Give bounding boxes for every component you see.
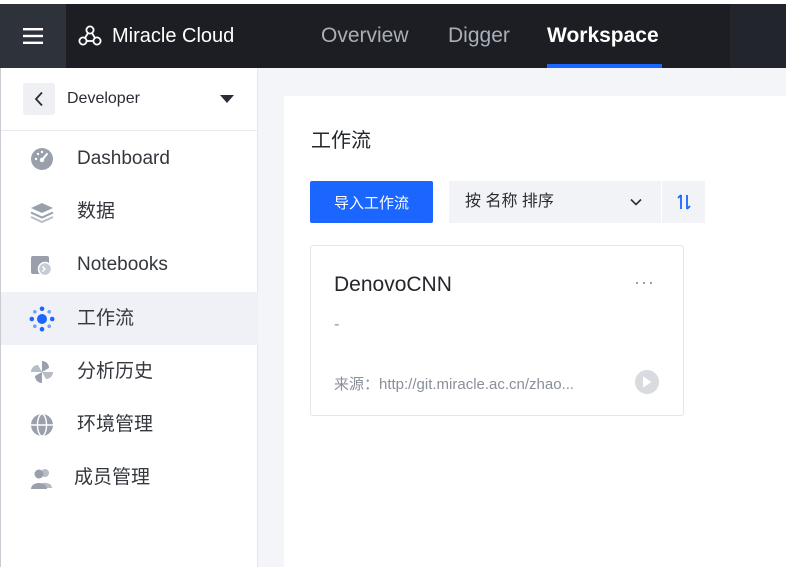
layers-icon <box>29 199 55 225</box>
sort-select[interactable]: 按 名称 排序 <box>449 181 661 223</box>
sort-select-value: 按 名称 排序 <box>465 193 554 210</box>
more-icon[interactable]: ··· <box>634 272 655 293</box>
import-workflow-button[interactable]: 导入工作流 <box>310 181 433 223</box>
sidebar-item-dashboard[interactable]: Dashboard <box>1 132 258 185</box>
brand-name: Miracle Cloud <box>112 24 235 47</box>
workflow-card-title: DenovoCNN <box>334 273 452 296</box>
tab-workspace[interactable]: Workspace <box>547 4 659 68</box>
users-icon <box>29 465 55 491</box>
active-tab-indicator <box>547 64 662 68</box>
sidebar-item-label: Dashboard <box>77 148 170 169</box>
gauge-icon <box>29 146 55 172</box>
caret-down-icon[interactable] <box>220 95 234 103</box>
sidebar-item-workflow[interactable]: 工作流 <box>1 292 258 345</box>
brand[interactable]: Miracle Cloud <box>66 4 304 68</box>
pinwheel-icon <box>29 359 55 385</box>
top-navigation-bar: Miracle Cloud Overview Digger Workspace <box>0 0 786 68</box>
sidebar-item-analysis-history[interactable]: 分析历史 <box>1 345 258 398</box>
sidebar-item-environment[interactable]: 环境管理 <box>1 398 258 451</box>
sidebar-item-label: 分析历史 <box>77 361 154 382</box>
chevron-down-icon <box>630 198 642 206</box>
workflow-icon <box>29 306 55 332</box>
sidebar-item-notebooks[interactable]: Notebooks <box>1 238 258 291</box>
menu-button[interactable] <box>0 4 66 68</box>
sort-order-icon <box>676 194 691 210</box>
globe-icon <box>29 412 55 438</box>
sidebar-item-label: 数据 <box>77 201 116 222</box>
project-name[interactable]: Developer <box>67 90 140 108</box>
main-nav: Overview Digger Workspace <box>304 4 730 68</box>
sidebar-item-label: 工作流 <box>77 308 135 329</box>
sidebar-item-data[interactable]: 数据 <box>1 185 258 238</box>
chevron-left-icon <box>34 91 43 107</box>
play-icon <box>643 376 652 388</box>
hamburger-icon <box>23 28 43 44</box>
sidebar: Developer Dashboard 数据 Notebooks 工作流 分析历… <box>0 68 258 567</box>
workflow-card-source: 来源：http://git.miracle.ac.cn/zhao... <box>334 376 575 393</box>
sidebar-item-label: Notebooks <box>77 254 168 275</box>
tab-overview[interactable]: Overview <box>321 4 409 68</box>
page-title: 工作流 <box>311 130 371 152</box>
workflow-card[interactable]: DenovoCNN ··· - 来源：http://git.miracle.ac… <box>310 245 684 416</box>
topbar-right-area <box>730 4 786 68</box>
sidebar-item-label: 成员管理 <box>74 467 151 488</box>
notebook-icon <box>29 252 55 278</box>
sort-order-toggle[interactable] <box>662 181 705 223</box>
sidebar-item-label: 环境管理 <box>77 414 154 435</box>
workflow-card-description: - <box>334 316 340 333</box>
run-button[interactable] <box>635 370 659 394</box>
sidebar-item-members[interactable]: 成员管理 <box>1 451 258 504</box>
project-selector: Developer <box>1 68 258 131</box>
tab-digger[interactable]: Digger <box>448 4 510 68</box>
molecule-icon <box>78 25 102 46</box>
back-button[interactable] <box>23 83 55 115</box>
